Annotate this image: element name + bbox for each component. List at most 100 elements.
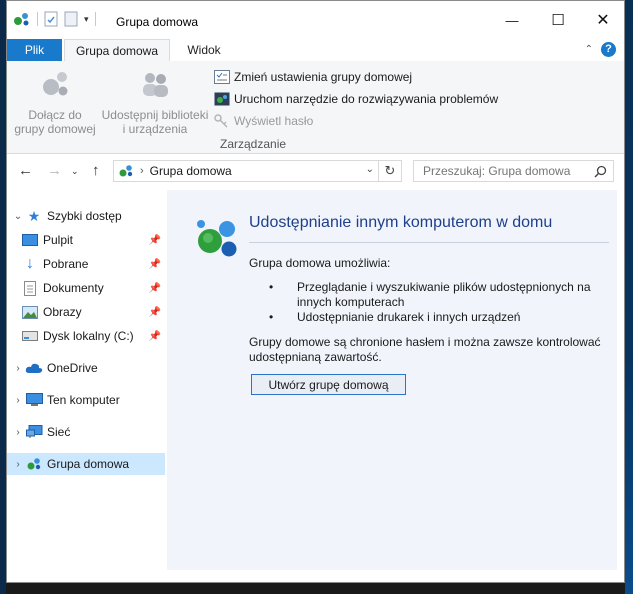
search-box[interactable] [413, 160, 614, 182]
nav-item-downloads[interactable]: ↓ Pobrane 📌 [7, 253, 165, 275]
forward-arrow-icon[interactable]: → [47, 162, 62, 179]
chevron-right-icon[interactable]: › [11, 427, 25, 438]
homegroup-large-icon [197, 220, 237, 257]
search-icon[interactable] [594, 165, 607, 178]
maximize-icon: ☐ [551, 12, 565, 29]
join-homegroup-icon [43, 72, 68, 96]
chevron-right-icon[interactable]: › [11, 363, 25, 374]
nav-item-quick-access[interactable]: ⌄ ★ Szybki dostęp [7, 205, 165, 227]
pin-icon[interactable]: 📌 [149, 283, 161, 294]
desktop-background-right [625, 0, 633, 594]
pin-icon[interactable]: 📌 [149, 259, 161, 270]
collapse-ribbon-icon[interactable]: ⌃ [585, 44, 593, 55]
scrollbar[interactable] [617, 190, 624, 570]
bullet-icon: • [269, 310, 274, 324]
nav-item-local-disk[interactable]: Dysk lokalny (C:) 📌 [7, 325, 165, 347]
pin-icon[interactable]: 📌 [149, 331, 161, 342]
desktop-icon [21, 232, 39, 248]
refresh-icon[interactable]: ↻ [378, 161, 401, 181]
nav-label: Dysk lokalny (C:) [43, 329, 134, 343]
pin-icon[interactable]: 📌 [149, 235, 161, 246]
change-settings-button[interactable]: Zmień ustawienia grupy domowej [214, 68, 412, 86]
minimize-button[interactable]: — [489, 1, 535, 39]
toolbar-separator [94, 12, 96, 26]
chevron-right-icon[interactable]: › [11, 395, 25, 406]
ribbon-group-label: Zarządzanie [220, 137, 287, 151]
nav-label: Pulpit [43, 233, 74, 247]
share-libraries-label-2: i urządzenia [122, 122, 188, 136]
explorer-window: ▾ Grupa domowa — ☐ ✕ Plik Grupa domowa W… [6, 0, 625, 583]
drive-icon [21, 328, 39, 344]
troubleshooter-label: Uruchom narzędzie do rozwiązywania probl… [234, 92, 499, 106]
star-icon: ★ [27, 207, 41, 224]
homegroup-content: Udostępnianie innym komputerom w domu Gr… [167, 190, 617, 570]
nav-item-onedrive[interactable]: › OneDrive [7, 357, 165, 379]
maximize-button[interactable]: ☐ [535, 1, 581, 39]
homegroup-icon [14, 13, 29, 26]
close-button[interactable]: ✕ [580, 1, 624, 39]
ribbon: Dołącz do grupy domowej Udostępnij bibli… [7, 61, 624, 154]
tab-homegroup[interactable]: Grupa domowa [64, 39, 170, 61]
back-arrow-icon[interactable]: ← [18, 162, 33, 179]
pin-icon[interactable]: 📌 [149, 307, 161, 318]
minimize-icon: — [505, 12, 519, 28]
nav-label: OneDrive [47, 361, 98, 375]
nav-item-this-pc[interactable]: › Ten komputer [7, 389, 165, 411]
join-homegroup-button[interactable]: Dołącz do grupy domowej [13, 67, 97, 136]
share-libraries-button[interactable]: Udostępnij biblioteki i urządzenia [99, 67, 211, 136]
breadcrumb-separator-icon[interactable]: › [140, 165, 144, 177]
nav-item-documents[interactable]: Dokumenty 📌 [7, 277, 165, 299]
nav-label: Pobrane [43, 257, 89, 271]
recent-locations-icon[interactable]: ⌄ [71, 166, 79, 177]
homegroup-icon [25, 456, 43, 472]
nav-item-pictures[interactable]: Obrazy 📌 [7, 301, 165, 323]
intro-text: Grupa domowa umożliwia: [249, 256, 391, 270]
pictures-icon [21, 304, 39, 320]
address-bar[interactable]: › Grupa domowa ⌄ ↻ [113, 160, 402, 182]
homegroup-icon [119, 165, 133, 177]
show-password-label: Wyświetl hasło [234, 114, 314, 128]
download-arrow-icon: ↓ [26, 255, 34, 272]
nav-label: Grupa domowa [47, 457, 130, 471]
create-homegroup-button[interactable]: Utwórz grupę domową [251, 374, 406, 395]
chevron-right-icon[interactable]: › [11, 459, 25, 470]
feature-list-item-2: Udostępnianie drukarek i innych urządzeń [297, 310, 521, 324]
search-input[interactable] [421, 163, 595, 179]
breadcrumb[interactable]: Grupa domowa [150, 164, 232, 178]
new-folder-icon[interactable] [64, 11, 78, 27]
key-icon [214, 114, 228, 128]
status-bar [7, 570, 624, 582]
nav-item-network[interactable]: › Sieć [7, 421, 165, 443]
feature-list-item-1: Przeglądanie i wyszukiwanie plików udost… [297, 280, 591, 310]
nav-item-homegroup[interactable]: › Grupa domowa [7, 453, 165, 475]
note-line-1: Grupy domowe są chronione hasłem i można… [249, 335, 601, 349]
close-icon: ✕ [596, 12, 610, 29]
share-libraries-label-1: Udostępnij biblioteki [101, 108, 209, 122]
note-line-2: udostępnianą zawartość. [249, 350, 382, 364]
navigation-pane: ⌄ ★ Szybki dostęp Pulpit 📌 ↓ Pobrane 📌 D… [7, 190, 167, 570]
nav-label: Dokumenty [43, 281, 104, 295]
window-title: Grupa domowa [116, 15, 199, 29]
help-icon[interactable]: ? [601, 42, 616, 57]
address-dropdown-icon[interactable]: ⌄ [366, 164, 374, 175]
chevron-down-icon[interactable]: ⌄ [11, 211, 25, 222]
nav-label: Szybki dostęp [47, 209, 122, 223]
document-icon [21, 280, 39, 296]
nav-item-desktop[interactable]: Pulpit 📌 [7, 229, 165, 251]
cloud-icon [25, 360, 43, 376]
properties-icon[interactable] [44, 11, 58, 27]
ribbon-tabs: Plik Grupa domowa Widok ⌃ ? [7, 39, 624, 62]
computer-icon [25, 392, 43, 408]
tab-view[interactable]: Widok [177, 39, 231, 61]
show-password-button[interactable]: Wyświetl hasło [214, 112, 313, 130]
tab-file[interactable]: Plik [7, 39, 62, 61]
customize-toolbar-icon[interactable]: ▾ [84, 14, 89, 25]
troubleshooter-button[interactable]: Uruchom narzędzie do rozwiązywania probl… [214, 90, 498, 108]
divider [249, 242, 609, 243]
share-users-icon [143, 73, 168, 97]
toolbar-separator [37, 12, 38, 26]
navigation-bar: ← → ⌄ ↑ › Grupa domowa ⌄ ↻ [7, 154, 624, 188]
up-arrow-icon[interactable]: ↑ [92, 162, 100, 179]
network-icon [25, 424, 43, 440]
settings-checklist-icon [214, 70, 230, 84]
